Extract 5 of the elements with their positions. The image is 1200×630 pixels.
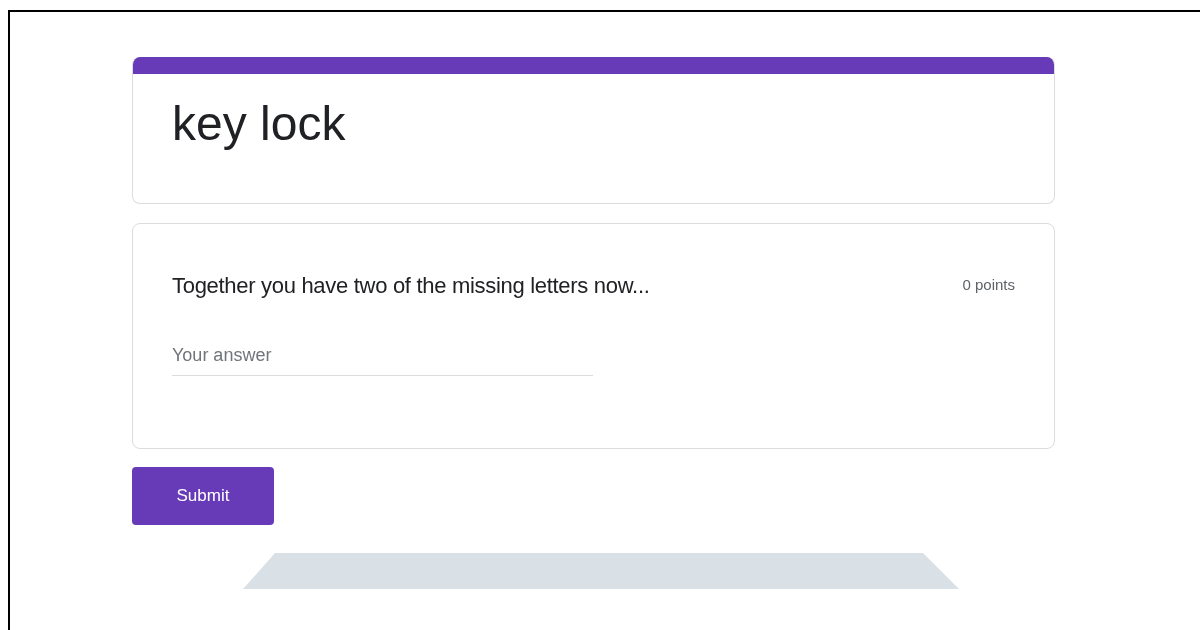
form-title: key lock bbox=[172, 100, 347, 148]
question-text: Together you have two of the missing letters now... bbox=[172, 272, 650, 300]
points-label: 0 points bbox=[962, 275, 1015, 296]
answer-field[interactable]: Your answer bbox=[172, 342, 593, 376]
submit-button[interactable]: Submit bbox=[132, 467, 274, 525]
